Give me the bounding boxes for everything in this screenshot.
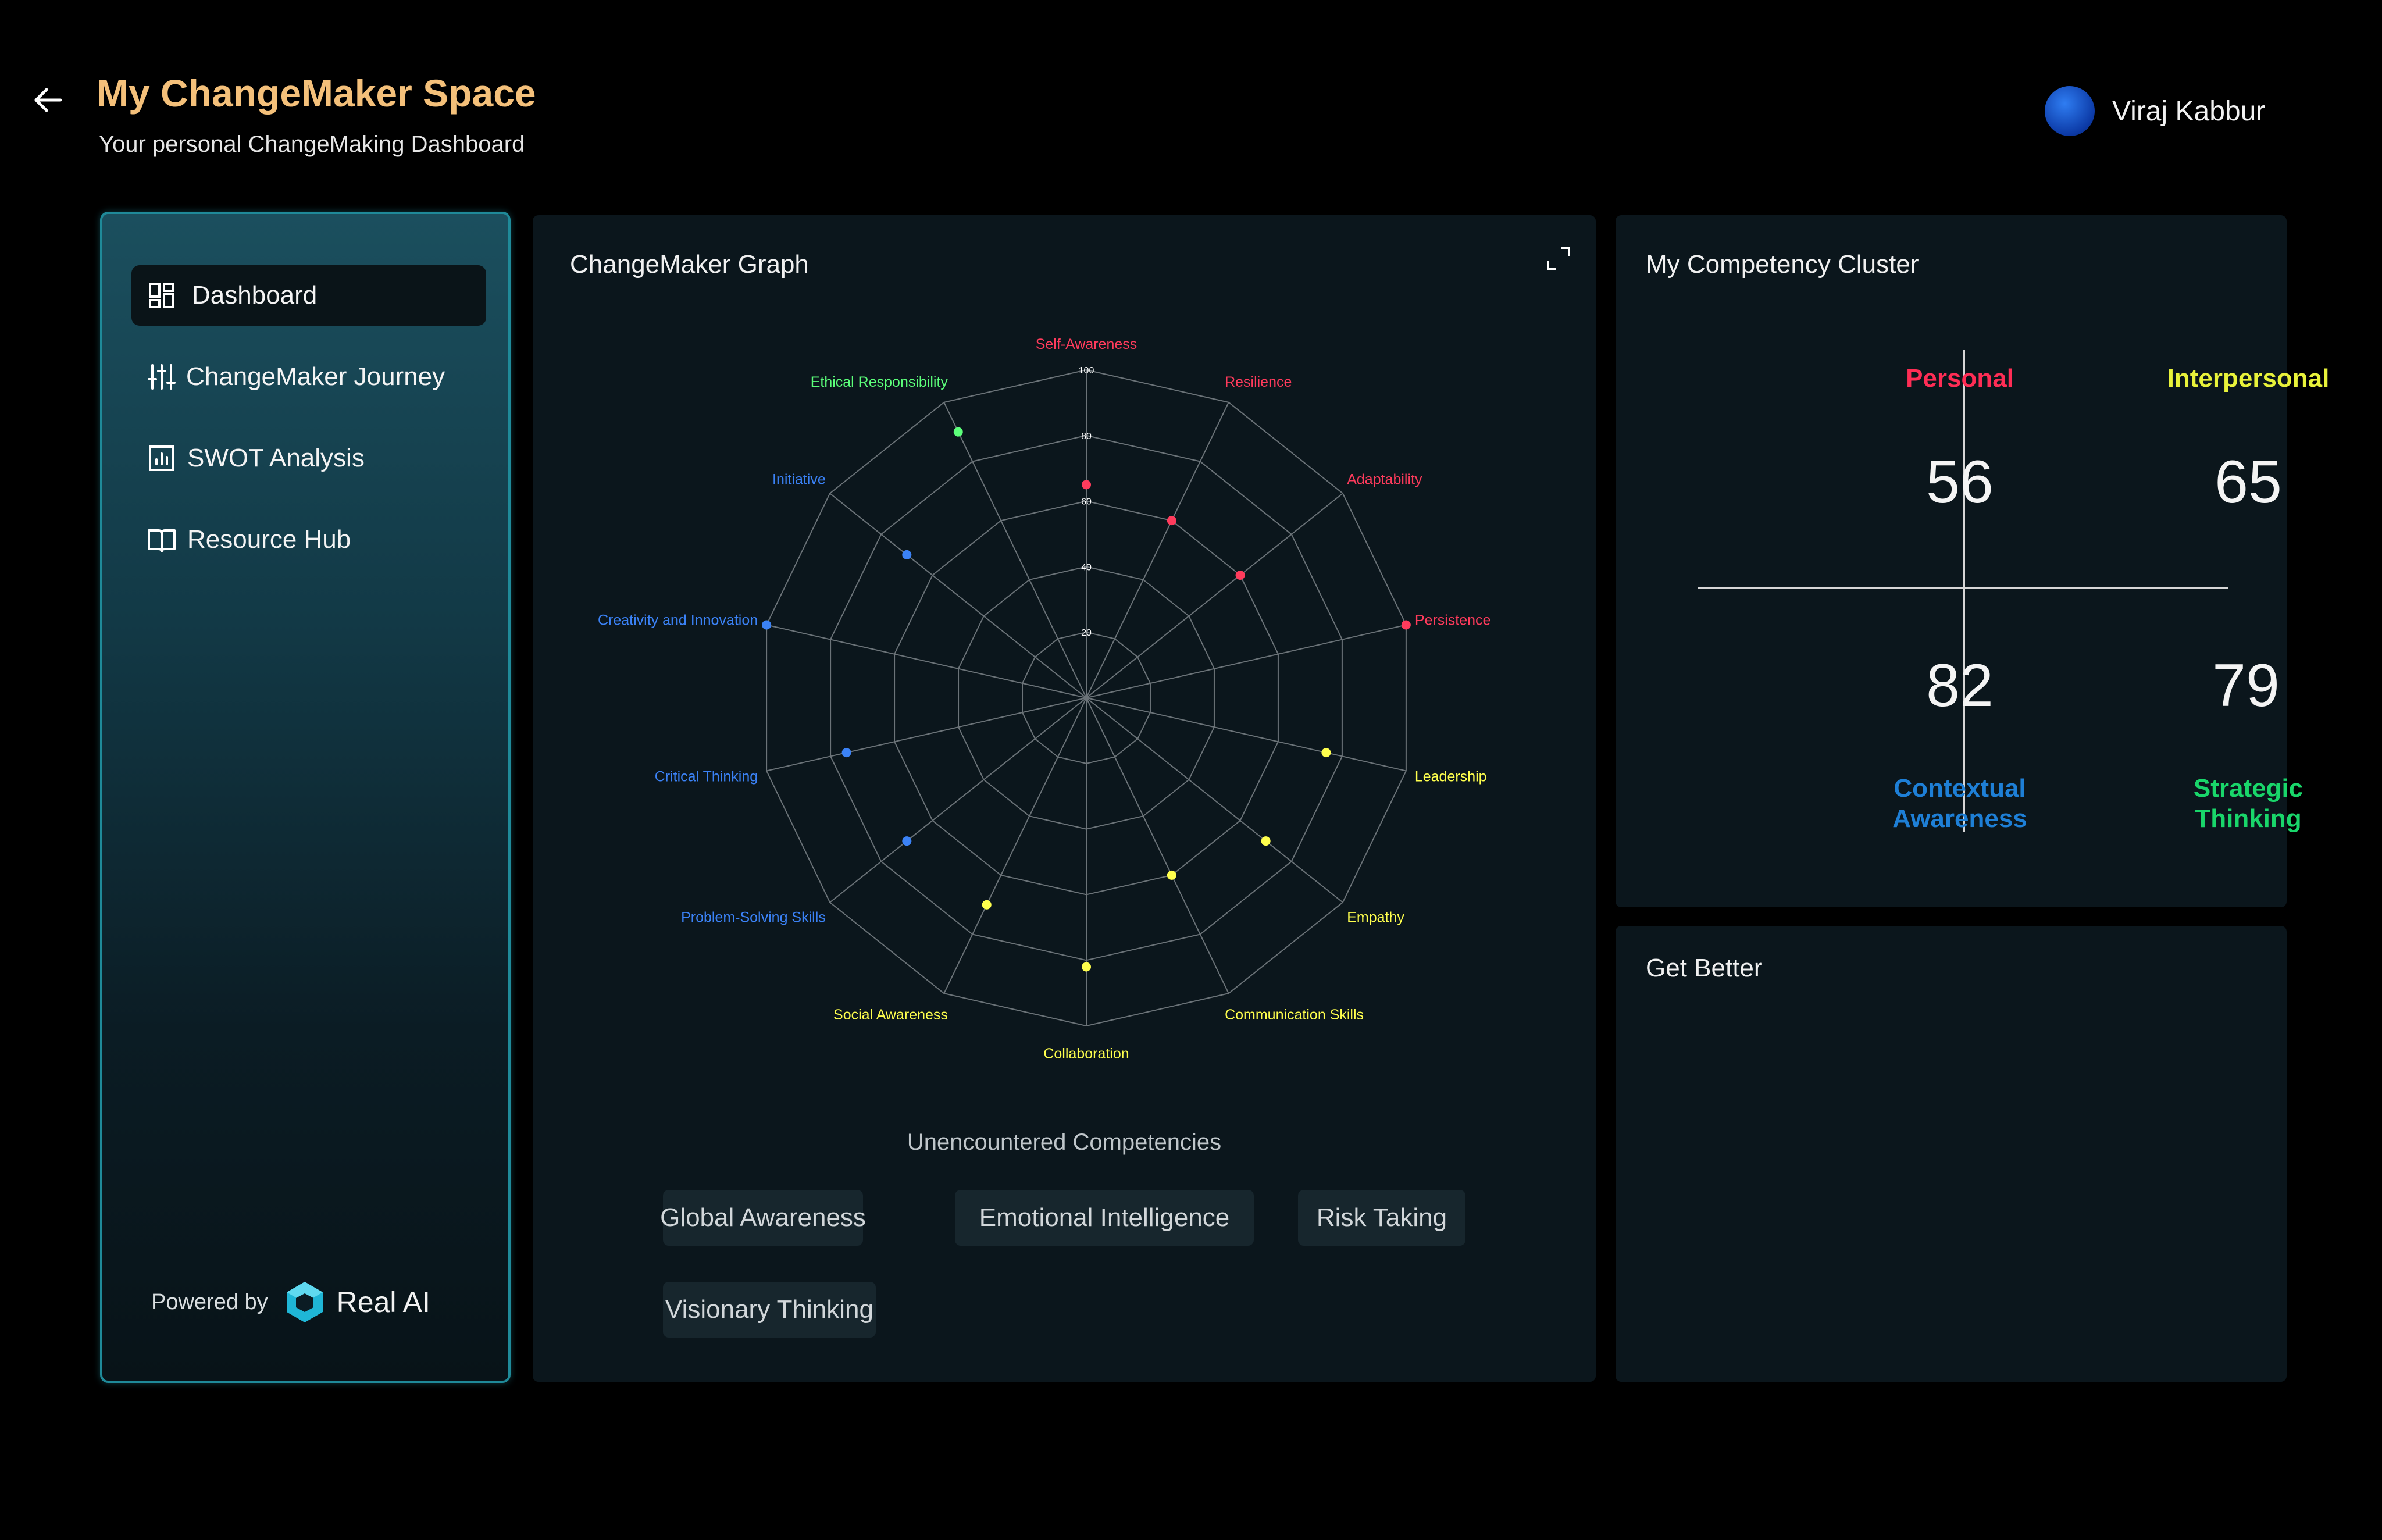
radar-tick-label: 40 (1081, 562, 1092, 572)
radar-data-point (1082, 962, 1091, 972)
radar-spoke (1086, 493, 1343, 698)
avatar[interactable] (2045, 86, 2095, 136)
radar-category-label: Social Awareness (833, 1007, 948, 1023)
radar-tick-label: 100 (1079, 366, 1094, 376)
back-arrow-icon[interactable] (30, 85, 65, 115)
cluster-label-strategic-thinking: Strategic Thinking (2193, 774, 2303, 833)
radar-category-label: Critical Thinking (655, 768, 758, 785)
radar-data-point (1261, 836, 1271, 846)
radar-tick-label: 20 (1081, 628, 1092, 638)
sidebar-item-resource-hub[interactable]: Resource Hub (131, 509, 486, 570)
cluster-divider-horizontal (1698, 587, 2228, 589)
radar-spoke (1086, 624, 1407, 698)
competency-cluster-card: My Competency Cluster Personal 56 Interp… (1616, 215, 2329, 907)
cluster-value-personal: 56 (1926, 448, 1994, 516)
radar-spoke (1086, 697, 1407, 772)
cluster-value-strategic-thinking: 79 (2212, 652, 2280, 719)
competency-chip[interactable]: Risk Taking (1298, 1190, 1465, 1246)
radar-data-point (1401, 620, 1411, 630)
user-profile[interactable]: Viraj Kabbur (2045, 86, 2265, 136)
sidebar: Dashboard ChangeMaker Journey SWOT Analy… (100, 212, 511, 1383)
book-icon (147, 525, 177, 555)
radar-tick-label: 60 (1081, 497, 1092, 507)
radar-data-point (1082, 480, 1091, 490)
radar-chart: 20 40 60 80 100 Self-Awareness Resilience Adapt… (598, 336, 1491, 1062)
radar-data-point (1167, 516, 1176, 526)
brand-name: Real AI (336, 1286, 430, 1318)
radar-spoke (1086, 697, 1343, 903)
radar-data-point (762, 620, 772, 630)
powered-by: Powered by Real AI (151, 1279, 430, 1325)
radar-data-point (953, 427, 963, 437)
radar-tick-label: 80 (1081, 432, 1092, 441)
radar-category-label: Initiative (772, 471, 826, 487)
competency-chip[interactable]: Visionary Thinking (663, 1282, 876, 1338)
sidebar-item-label: Resource Hub (187, 525, 351, 554)
radar-category-label: Leadership (1415, 768, 1487, 785)
radar-category-label: Problem-Solving Skills (681, 910, 826, 926)
cluster-divider-vertical (1963, 350, 1965, 832)
sidebar-item-label: SWOT Analysis (187, 444, 365, 472)
changemaker-graph-card: ChangeMaker Graph 20 40 60 80 100 Self-Awaren… (533, 215, 1596, 1382)
competency-chip[interactable]: Emotional Intelligence (955, 1190, 1254, 1246)
cluster-label-contextual-awareness: Contextual Awareness (1892, 774, 2027, 833)
bar-chart-icon (147, 443, 177, 473)
radar-data-point (1321, 748, 1331, 758)
radar-data-point (902, 836, 912, 846)
radar-category-label: Communication Skills (1225, 1007, 1364, 1023)
sidebar-item-dashboard[interactable]: Dashboard (131, 265, 486, 326)
page-subtitle: Your personal ChangeMaking Dashboard (99, 131, 525, 157)
radar-category-label: Empathy (1347, 910, 1404, 926)
unencountered-title: Unencountered Competencies (907, 1129, 1222, 1155)
radar-category-label: Resilience (1225, 374, 1292, 390)
sidebar-item-changemaker-journey[interactable]: ChangeMaker Journey (131, 347, 486, 407)
sliders-icon (147, 362, 177, 392)
real-ai-logo-icon (282, 1279, 327, 1325)
cluster-value-contextual-awareness: 82 (1926, 652, 1994, 719)
radar-category-label: Persistence (1415, 612, 1491, 629)
radar-data-point (841, 748, 851, 758)
radar-category-label: Adaptability (1347, 471, 1422, 487)
get-better-card: Get Better (1616, 926, 2287, 1382)
radar-data-point (982, 900, 992, 910)
radar-spoke (829, 697, 1087, 903)
cluster-label-interpersonal: Interpersonal (2167, 364, 2330, 393)
user-name: Viraj Kabbur (2112, 95, 2266, 127)
cluster-card-title: My Competency Cluster (1646, 250, 1919, 279)
radar-spoke (766, 697, 1087, 772)
dashboard-icon (147, 280, 177, 311)
get-better-title: Get Better (1646, 954, 1763, 982)
radar-spoke (766, 624, 1087, 698)
radar-data-point (902, 550, 912, 559)
radar-spoke (829, 493, 1087, 698)
page-title: My ChangeMaker Space (97, 72, 536, 115)
radar-category-label: Collaboration (1043, 1046, 1129, 1062)
sidebar-item-label: ChangeMaker Journey (186, 362, 445, 391)
cluster-label-personal: Personal (1906, 364, 2014, 393)
radar-category-label: Creativity and Innovation (598, 612, 758, 629)
radar-data-point (1167, 870, 1176, 880)
radar-category-label: Ethical Responsibility (811, 374, 948, 390)
competency-chip[interactable]: Global Awareness (660, 1190, 866, 1246)
cluster-value-interpersonal: 65 (2215, 448, 2282, 516)
powered-by-label: Powered by (151, 1289, 268, 1314)
radar-data-point (1235, 571, 1245, 580)
sidebar-item-swot-analysis[interactable]: SWOT Analysis (131, 428, 486, 489)
sidebar-item-label: Dashboard (192, 281, 318, 309)
radar-category-label: Self-Awareness (1036, 336, 1137, 352)
